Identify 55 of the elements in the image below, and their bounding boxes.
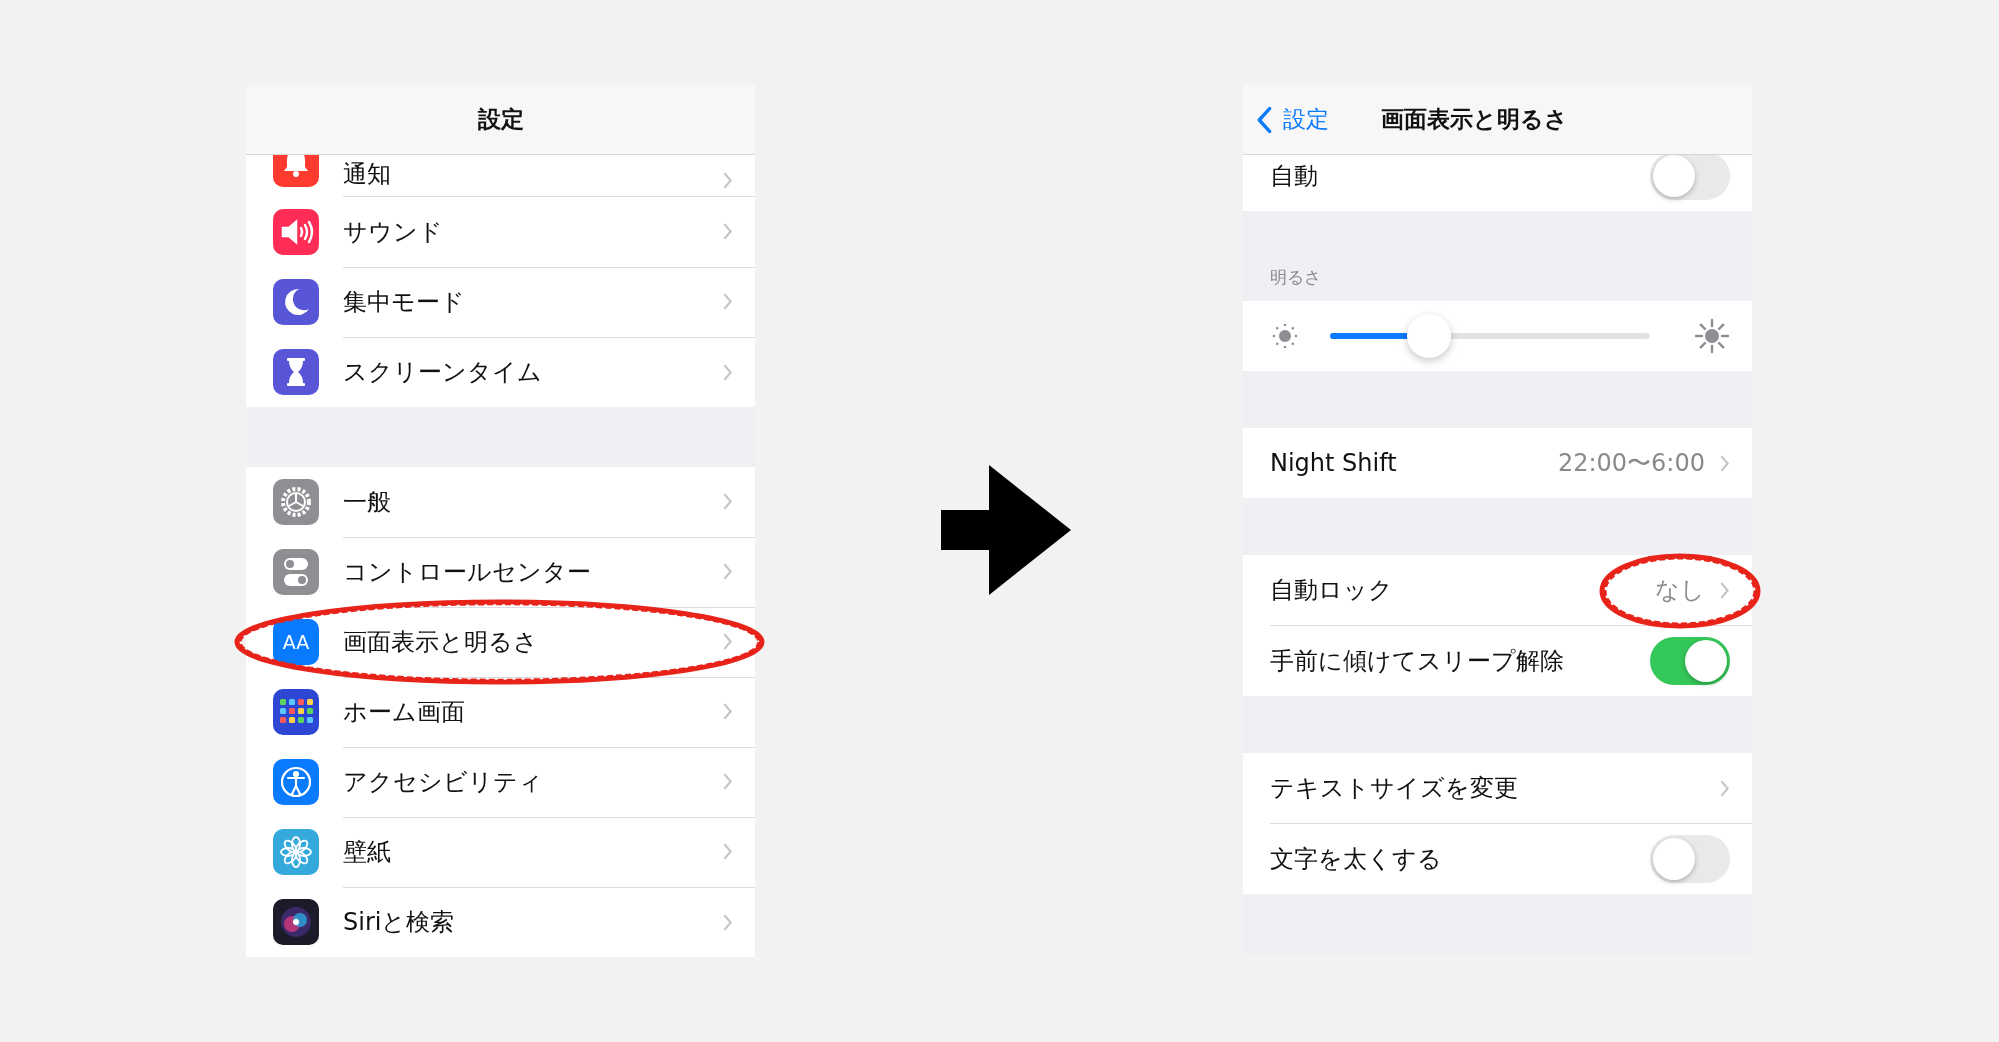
item-label: 一般 [343,486,391,518]
chevron-icon [1719,778,1730,798]
setting-label: 自動ロック [1270,575,1393,606]
chevron-icon [722,562,733,581]
chevron-icon [722,171,733,190]
settings-item[interactable]: 通知 [246,155,755,197]
bright-sun-icon [1694,318,1730,354]
text-size-icon: AA [273,619,319,665]
chevron-icon [1719,580,1730,600]
chevron-icon [722,772,733,791]
settings-item[interactable]: Siriと検索 [246,887,755,957]
chevron-icon [1257,105,1273,134]
setting-label: 文字を太くする [1270,844,1442,875]
dim-sun-icon [1270,321,1300,351]
chevron-icon [722,362,733,382]
setting-label: テキストサイズを変更 [1270,773,1518,804]
item-label: スクリーンタイム [343,357,542,388]
chevron-icon [722,222,733,241]
setting-value: なし [1655,575,1705,606]
toggle-switch[interactable] [1650,835,1730,883]
screen-title: 設定 [477,105,524,134]
toggle-switch[interactable] [1650,152,1730,200]
section-header: 明るさ [1270,266,1321,289]
chevron-icon [1719,453,1730,473]
chevron-icon [722,492,733,511]
chevron-icon [722,912,733,932]
settings-item[interactable]: 壁紙 [246,817,755,887]
settings-item[interactable]: コントロールセンター [246,537,755,607]
chevron-icon [722,842,733,861]
item-label: Siriと検索 [343,907,455,938]
settings-item[interactable]: ホーム画面 [246,677,755,747]
item-label: サウンド [343,216,443,248]
item-label: 集中モード [343,286,465,318]
back-button[interactable]: 設定 [1257,104,1329,135]
toggle-switch[interactable] [1650,637,1730,685]
settings-item[interactable]: スクリーンタイム [246,337,755,407]
settings-item[interactable]: 集中モード [246,267,755,337]
chevron-icon [722,292,733,311]
chevron-icon [722,702,733,721]
screen-title: 画面表示と明るさ [1381,105,1568,134]
setting-label: Night Shift [1270,449,1397,477]
settings-item[interactable]: 一般 [246,467,755,537]
item-label: 通知 [343,159,391,190]
setting-value: 22:00〜6:00 [1557,448,1705,479]
settings-item[interactable]: アクセシビリティ [246,747,755,817]
item-label: アクセシビリティ [343,766,543,798]
settings-item[interactable]: サウンド [246,197,755,267]
item-label: コントロールセンター [343,556,591,588]
arrow-icon [941,465,1071,595]
item-label: 壁紙 [343,836,391,868]
setting-label: 自動 [1270,161,1318,192]
item-label: 画面表示と明るさ [343,626,538,658]
item-label: ホーム画面 [343,696,465,728]
chevron-icon [722,632,733,651]
setting-label: 手前に傾けてスリープ解除 [1270,646,1564,677]
